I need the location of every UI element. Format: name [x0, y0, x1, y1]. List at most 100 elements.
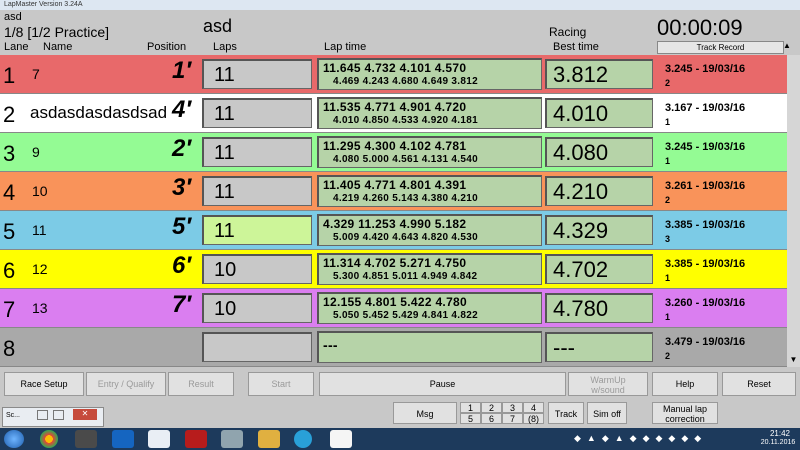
track-record-time: 3.167 - 19/03/16	[665, 102, 746, 114]
table-row[interactable]: 7 13 7′ 10 12.155 4.801 5.422 4.780 5.050…	[0, 289, 800, 328]
lap-times-line-1: 11.314 4.702 5.271 4.750	[323, 256, 467, 270]
lap-time-box: 11.645 4.732 4.101 4.570 4.469 4.243 4.68…	[317, 58, 542, 90]
reset-button[interactable]: Reset	[722, 372, 796, 396]
lap-times-line-2: 4.469 4.243 4.680 4.649 3.812	[333, 76, 478, 87]
col-laps: Laps	[213, 41, 237, 53]
close-icon[interactable]: ✕	[73, 409, 97, 420]
track-record-count: 2	[665, 351, 671, 361]
outlook-icon[interactable]	[112, 430, 134, 448]
best-time-box: ---	[545, 332, 653, 362]
minimized-window[interactable]: Sc... ✕	[2, 407, 104, 427]
best-time-box: 4.210	[545, 176, 653, 206]
lap-times-line-2: 5.300 4.851 5.011 4.949 4.842	[333, 271, 478, 282]
table-row[interactable]: 1 7 1′ 11 11.645 4.732 4.101 4.570 4.469 …	[0, 55, 800, 94]
track-record-count: 1	[665, 273, 671, 283]
lane-number: 2	[3, 102, 16, 127]
lap-times-line-2: 5.050 5.452 5.429 4.841 4.822	[333, 310, 478, 321]
warmup-button[interactable]: WarmUp w/sound	[568, 372, 648, 396]
track-record-count: 2	[665, 195, 671, 205]
driver-name: asdasdasdasdsad	[30, 103, 168, 122]
lane-selector-5[interactable]: 5	[460, 413, 481, 424]
chrome-icon[interactable]	[40, 430, 58, 448]
lane-selector-7[interactable]: 7	[502, 413, 523, 424]
lap-times-line-1: 11.535 4.771 4.901 4.720	[323, 100, 467, 114]
lane-selector-6[interactable]: 6	[481, 413, 502, 424]
start-orb-icon[interactable]	[4, 430, 24, 448]
window-title-bar: LapMaster Version 3.24A	[0, 0, 800, 10]
warmup-label: WarmUp	[590, 375, 626, 385]
table-row[interactable]: 5 11 5′ 11 4.329 11.253 4.990 5.182 5.009…	[0, 211, 800, 250]
laps-box: 11	[202, 215, 312, 245]
driver-name: 11	[32, 222, 47, 238]
lane-selector-8[interactable]: (8)	[523, 413, 544, 424]
pause-button[interactable]: Pause	[319, 372, 566, 396]
msg-button[interactable]: Msg	[393, 402, 457, 424]
laps-box	[202, 332, 312, 362]
entry-qualify-button[interactable]: Entry / Qualify	[86, 372, 166, 396]
lane-selector-4[interactable]: 4	[523, 402, 544, 413]
lane-selector-3[interactable]: 3	[502, 402, 523, 413]
col-lane: Lane	[4, 41, 29, 53]
table-row[interactable]: 4 10 3′ 11 11.405 4.771 4.801 4.391 4.219…	[0, 172, 800, 211]
best-time-box: 4.080	[545, 137, 653, 167]
driver-name: 12	[32, 261, 48, 277]
track-record-cell: 3.245 - 19/03/16 2	[657, 57, 787, 91]
result-button[interactable]: Result	[168, 372, 234, 396]
column-headers: Lane Name Position Laps Lap time Best ti…	[0, 40, 800, 54]
lap-times-line-1: 4.329 11.253 4.990 5.182	[323, 217, 467, 231]
app-icon[interactable]	[75, 430, 97, 448]
col-track-record[interactable]: Track Record	[657, 41, 784, 54]
app-icon[interactable]	[148, 430, 170, 448]
vertical-scrollbar[interactable]	[787, 55, 800, 367]
lane-selector-2[interactable]: 2	[481, 402, 502, 413]
lane-number: 8	[3, 336, 16, 361]
laps-box: 11	[202, 176, 312, 206]
telegram-icon[interactable]	[294, 430, 312, 448]
scroll-up-icon[interactable]: ▲	[783, 41, 791, 50]
filezilla-icon[interactable]	[185, 430, 207, 448]
lap-time-box: ---	[317, 331, 542, 363]
driver-name: 7	[32, 66, 40, 82]
window-title: LapMaster Version 3.24A	[4, 1, 83, 8]
lane-number: 7	[3, 297, 16, 322]
race-clock: 00:00:09	[657, 15, 743, 40]
race-setup-button[interactable]: Race Setup	[4, 372, 84, 396]
lap-time-box: 11.405 4.771 4.801 4.391 4.219 4.260 5.14…	[317, 175, 542, 207]
best-time-box: 3.812	[545, 59, 653, 89]
table-row[interactable]: 8 --- --- 3.479 - 19/03/16 2	[0, 328, 800, 367]
position: 7′	[172, 291, 192, 318]
lap-times-line-2: 4.080 5.000 4.561 4.131 4.540	[333, 154, 478, 165]
maximize-icon[interactable]	[53, 410, 64, 420]
lane-selector-1[interactable]: 1	[460, 402, 481, 413]
track-record-count: 3	[665, 234, 671, 244]
folder-icon[interactable]	[258, 430, 280, 448]
track-button[interactable]: Track	[548, 402, 584, 424]
lap-time-box: 11.314 4.702 5.271 4.750 5.300 4.851 5.01…	[317, 253, 542, 285]
document-icon[interactable]	[330, 430, 352, 448]
network-icon[interactable]	[221, 430, 243, 448]
manual-lap-label: Manual lap	[662, 404, 708, 414]
track-record-time: 3.385 - 19/03/16	[665, 219, 746, 231]
col-best-time: Best time	[553, 41, 599, 53]
table-row[interactable]: 2 asdasdasdasdsad 4′ 11 11.535 4.771 4.9…	[0, 94, 800, 133]
table-row[interactable]: 6 12 6′ 10 11.314 4.702 5.271 4.750 5.300…	[0, 250, 800, 289]
heat-label: 1/8 [1/2 Practice]	[4, 24, 110, 40]
track-record-cell: 3.167 - 19/03/16 1	[657, 96, 787, 130]
lap-time-box: 4.329 11.253 4.990 5.182 5.009 4.420 4.64…	[317, 214, 542, 246]
system-tray-icons[interactable]: ◆▲◆▲◆◆◆◆◆◆	[574, 433, 754, 445]
scroll-down-icon[interactable]: ▼	[787, 355, 800, 367]
restore-icon[interactable]	[37, 410, 48, 420]
lane-number: 5	[3, 219, 16, 244]
start-button[interactable]: Start	[248, 372, 314, 396]
clock-date: 20.11.2016	[760, 439, 796, 446]
help-button[interactable]: Help	[652, 372, 718, 396]
position: 1′	[172, 57, 192, 84]
manual-lap-correction-button[interactable]: Manual lap correction	[652, 402, 718, 424]
race-name: asd	[203, 16, 233, 36]
lap-times-line-2: 4.219 4.260 5.143 4.380 4.210	[333, 193, 478, 204]
sim-off-button[interactable]: Sim off	[587, 402, 627, 424]
track-record-count: 1	[665, 156, 671, 166]
lane-number: 6	[3, 258, 16, 283]
table-row[interactable]: 3 9 2′ 11 11.295 4.300 4.102 4.781 4.080 …	[0, 133, 800, 172]
laps-box: 11	[202, 59, 312, 89]
